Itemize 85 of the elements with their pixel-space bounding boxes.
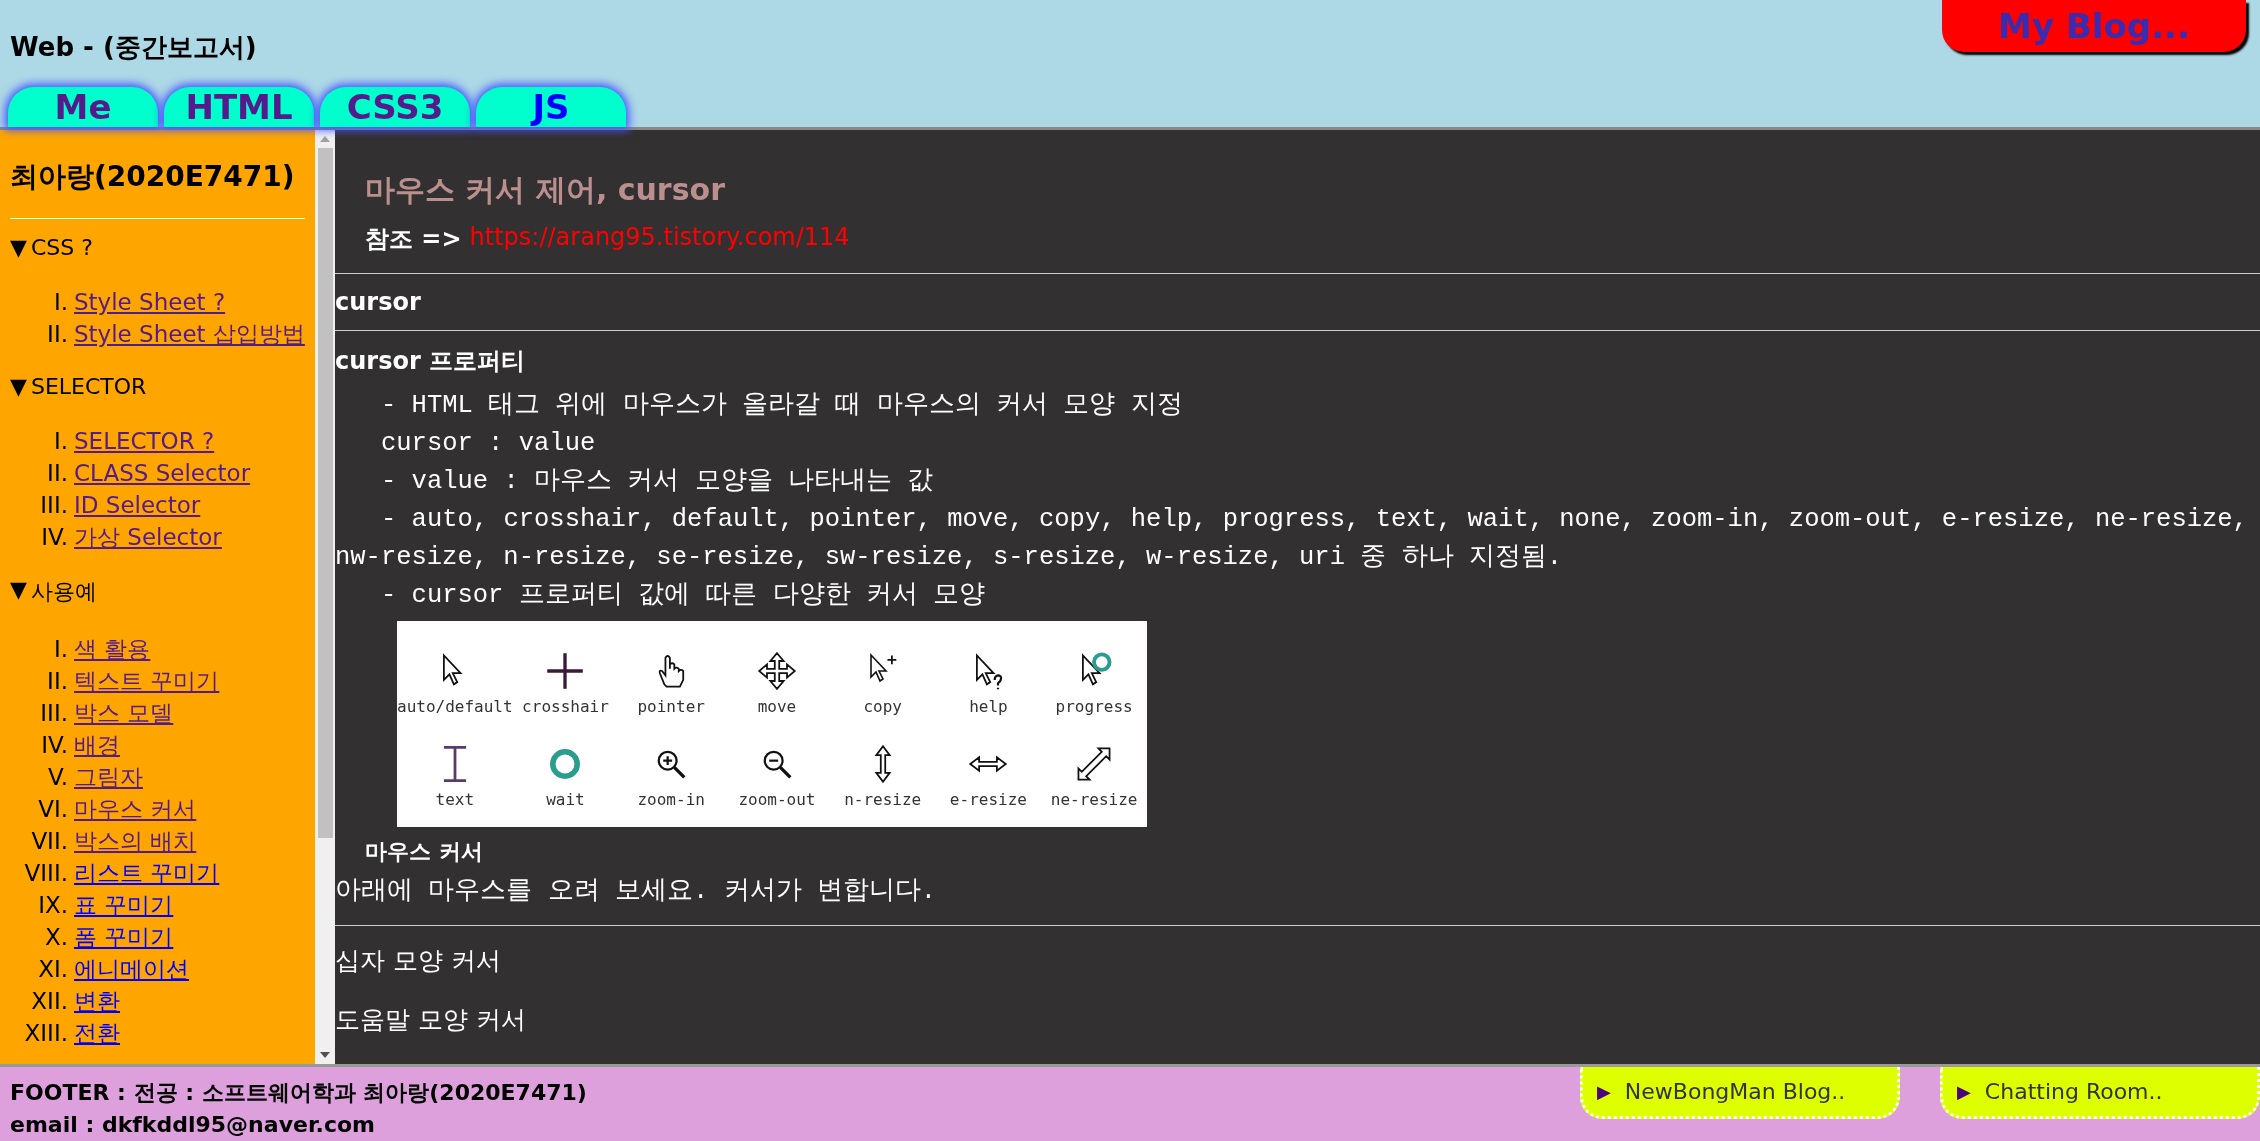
scroll-thumb[interactable] (317, 148, 333, 838)
demo-text: 도움말 모양 커서 (335, 1004, 527, 1036)
demo-text: 십자 모양 커서 (335, 945, 502, 977)
subheading: 마우스 커서 (365, 838, 484, 866)
nav-link[interactable]: 박스의 배치 (74, 825, 197, 857)
page-heading: 마우스 커서 제어, cursor (365, 171, 726, 209)
nav-link[interactable]: 마우스 커서 (74, 793, 197, 825)
nav-link[interactable]: 변환 (74, 985, 120, 1017)
nav-link[interactable]: 그림자 (74, 761, 143, 793)
reference-label: 참조 => (365, 224, 462, 255)
list-numeral: XIII. (23, 1019, 68, 1048)
cursor-label: text (435, 790, 475, 809)
list-numeral: II. (46, 667, 68, 696)
list-numeral: I. (52, 635, 68, 664)
footer-text: email : dkfkddl95@naver.com (10, 1111, 377, 1139)
code-line: - HTML 태그 위에 마우스가 올라갈 때 마우스의 커서 모양 지정 (380, 390, 1184, 422)
nav-link[interactable]: Style Sheet 삽입방법 (74, 318, 305, 350)
cursor-label: progress (1055, 697, 1133, 716)
footer-link[interactable]: ▶ NewBongMan Blog.. (1580, 1067, 1900, 1119)
list-numeral: X. (43, 923, 68, 952)
list-numeral: V. (46, 763, 68, 792)
code-line: - value : 마우스 커서 모양을 나타내는 값 (380, 466, 935, 498)
cursor-label: zoom-out (738, 790, 816, 809)
list-numeral: IV. (40, 731, 68, 760)
list-numeral: VI. (37, 795, 68, 824)
nav-link[interactable]: 텍스트 꾸미기 (74, 665, 220, 697)
list-numeral: IV. (40, 523, 68, 552)
cursor-label: zoom-in (637, 790, 705, 809)
nav-link[interactable]: 색 활용 (74, 633, 151, 665)
author-name: 최아랑(2020E7471) (10, 159, 296, 195)
nav-link[interactable]: 박스 모델 (74, 697, 174, 729)
nav-link[interactable]: 표 꾸미기 (74, 889, 174, 921)
section-heading: cursor (335, 288, 422, 316)
footer-link[interactable]: ▶ Chatting Room.. (1940, 1067, 2260, 1119)
list-numeral: III. (39, 491, 68, 520)
list-numeral: I. (52, 427, 68, 456)
crosshair-icon (545, 651, 586, 691)
cursor-label: copy (863, 697, 902, 716)
nav-tab[interactable]: CSS3 (320, 87, 470, 127)
nav-tab[interactable]: JS (476, 87, 626, 127)
scrollbar[interactable] (315, 130, 335, 1064)
nav-link[interactable]: 폼 꾸미기 (74, 921, 174, 953)
section-heading: cursor 프로퍼티 (335, 346, 527, 377)
list-numeral: IX. (37, 891, 68, 920)
section-summary[interactable]: ▼ 사용예 (10, 577, 305, 607)
nav-link[interactable]: 전환 (74, 1017, 120, 1049)
code-line: cursor : value (380, 428, 597, 460)
list-numeral: I. (52, 288, 68, 317)
cursor-label: n-resize (844, 790, 922, 809)
nav-link[interactable]: 배경 (74, 729, 120, 761)
cursor-label: help (969, 697, 1008, 716)
nav-link[interactable]: 가상 Selector (74, 521, 222, 553)
nav-tab[interactable]: Me (8, 87, 158, 127)
code-line: - auto, crosshair, default, pointer, move, copy, help, progress, text, wait, none, zoom-in, zoom-out, e-resize, ne-resize, nw-resize, n-resize, se-resize, sw-resize, s-resize, w-resize, uri 중 하나 지정됨. (335, 504, 2249, 574)
list-numeral: II. (46, 459, 68, 488)
list-numeral: XI. (37, 955, 68, 984)
cursor-label: ne-resize (1050, 790, 1138, 809)
nav-link[interactable]: CLASS Selector (74, 457, 251, 489)
section-summary[interactable]: ▼ SELECTOR (10, 374, 305, 399)
move-cursor-icon (756, 651, 797, 691)
scroll-up-icon[interactable] (319, 134, 331, 144)
cursor-label: move (757, 697, 797, 716)
cursor-label: auto/default (397, 697, 513, 716)
code-line: - cursor 프로퍼티 값에 따른 다양한 커서 모양 (380, 580, 987, 612)
cursor-label: pointer (637, 697, 705, 716)
reference-link[interactable]: https://arang95.tistory.com/114 (469, 223, 850, 255)
list-numeral: II. (46, 320, 68, 349)
list-numeral: VIII. (23, 859, 68, 888)
list-numeral: III. (39, 699, 68, 728)
nav-link[interactable]: Style Sheet ? (74, 286, 226, 318)
cursor-label: wait (546, 790, 585, 809)
page-title: Web - (중간보고서) (10, 31, 257, 64)
section-summary[interactable]: ▼ CSS ? (10, 235, 305, 260)
nav-link[interactable]: 에니메이션 (74, 953, 189, 985)
instruction-text: 아래에 마우스를 오려 보세요. 커서가 변합니다. (335, 876, 938, 908)
list-numeral: VII. (30, 827, 68, 856)
nav-link[interactable]: SELECTOR ? (74, 425, 215, 457)
nav-link[interactable]: 리스트 꾸미기 (74, 857, 220, 889)
list-numeral: XII. (30, 987, 68, 1016)
cursor-label: crosshair (522, 697, 609, 716)
cursor-label: e-resize (949, 790, 1027, 809)
scroll-down-icon[interactable] (319, 1050, 331, 1060)
footer-text: FOOTER : 전공 : 소프트웨어학과 최아랑(2020E7471) (10, 1079, 587, 1107)
nav-tab[interactable]: HTML (164, 87, 314, 127)
nav-link[interactable]: ID Selector (74, 489, 201, 521)
